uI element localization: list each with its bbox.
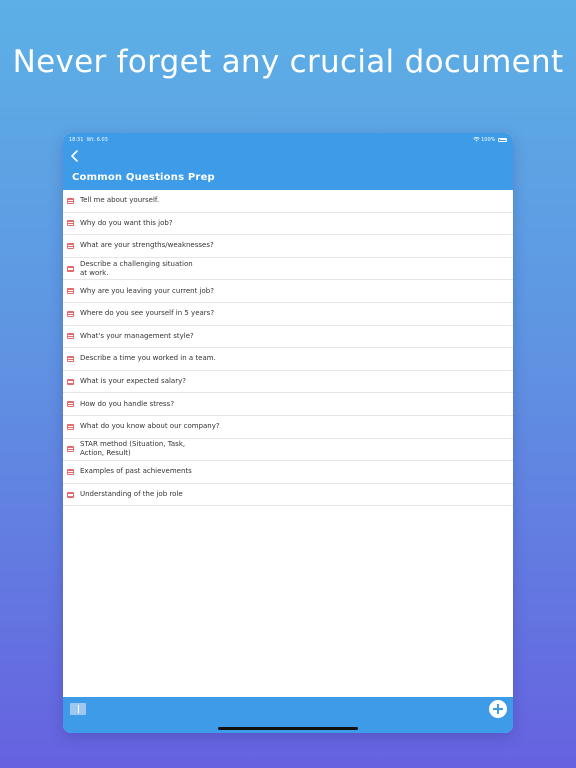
list-item[interactable]: Understanding of the job role [63, 484, 513, 507]
document-icon [67, 288, 74, 295]
list-item-label: Describe a time you worked in a team. [80, 354, 216, 363]
device-screen: 18:31 Wt. 6.03 100% Common Questions Pre… [63, 133, 513, 733]
page-title: Common Questions Prep [72, 172, 215, 183]
list-item[interactable]: Where do you see yourself in 5 years? [63, 303, 513, 326]
list-item[interactable]: Why do you want this job? [63, 213, 513, 236]
chevron-left-icon[interactable] [68, 148, 82, 162]
list-item-label: Understanding of the job role [80, 490, 183, 499]
list-item-label: Where do you see yourself in 5 years? [80, 309, 215, 318]
book-icon[interactable] [70, 703, 86, 715]
document-icon [67, 423, 74, 430]
document-icon [67, 265, 74, 272]
list-item[interactable]: Examples of past achievements [63, 461, 513, 484]
headline: Never forget any crucial document [12, 44, 564, 80]
plus-circle-icon[interactable] [489, 700, 507, 718]
app-bar: 18:31 Wt. 6.03 100% Common Questions Pre… [63, 133, 513, 190]
list-item-label: What do you know about our company? [80, 422, 220, 431]
status-time: 18:31 [69, 137, 84, 143]
list-item[interactable]: Describe a challenging situation at work… [63, 258, 513, 281]
battery-percent: 100% [481, 137, 496, 143]
document-icon [67, 333, 74, 340]
status-left: 18:31 Wt. 6.03 [69, 135, 108, 145]
list-item[interactable]: Tell me about yourself. [63, 190, 513, 213]
bottom-toolbar [63, 697, 513, 733]
list-item-label: STAR method (Situation, Task, Action, Re… [80, 440, 186, 458]
list-item[interactable]: STAR method (Situation, Task, Action, Re… [63, 439, 513, 462]
list-item-label: Why do you want this job? [80, 218, 173, 227]
list-item[interactable]: What is your expected salary? [63, 371, 513, 394]
list-item[interactable]: Describe a time you worked in a team. [63, 348, 513, 371]
list-item-label: How do you handle stress? [80, 399, 175, 408]
document-icon [67, 220, 74, 227]
list-item[interactable]: What's your management style? [63, 326, 513, 349]
wifi-icon [472, 136, 480, 142]
document-icon [67, 310, 74, 317]
list-item-label: Why are you leaving your current job? [80, 286, 214, 295]
list-item-label: Describe a challenging situation at work… [80, 259, 193, 277]
document-icon [67, 468, 74, 475]
document-icon [67, 378, 74, 385]
document-icon [67, 197, 74, 204]
document-icon [67, 242, 74, 249]
battery-icon [498, 137, 507, 142]
home-indicator [218, 727, 358, 730]
status-date: Wt. 6.03 [86, 137, 108, 143]
document-icon [67, 355, 74, 362]
list-item[interactable]: How do you handle stress? [63, 393, 513, 416]
questions-list: Tell me about yourself. Why do you want … [63, 190, 513, 507]
list-item-label: What are your strengths/weaknesses? [80, 241, 214, 250]
document-icon [67, 446, 74, 453]
status-bar: 18:31 Wt. 6.03 100% [69, 135, 507, 145]
document-icon [67, 401, 74, 408]
list-item-label: Examples of past achievements [80, 467, 192, 476]
list-item-label: Tell me about yourself. [80, 196, 160, 205]
list-item-label: What is your expected salary? [80, 377, 186, 386]
status-right: 100% [472, 135, 507, 145]
document-icon [67, 491, 74, 498]
list-item[interactable]: What are your strengths/weaknesses? [63, 235, 513, 258]
list-item-label: What's your management style? [80, 331, 194, 340]
list-item[interactable]: What do you know about our company? [63, 416, 513, 439]
list-item[interactable]: Why are you leaving your current job? [63, 280, 513, 303]
